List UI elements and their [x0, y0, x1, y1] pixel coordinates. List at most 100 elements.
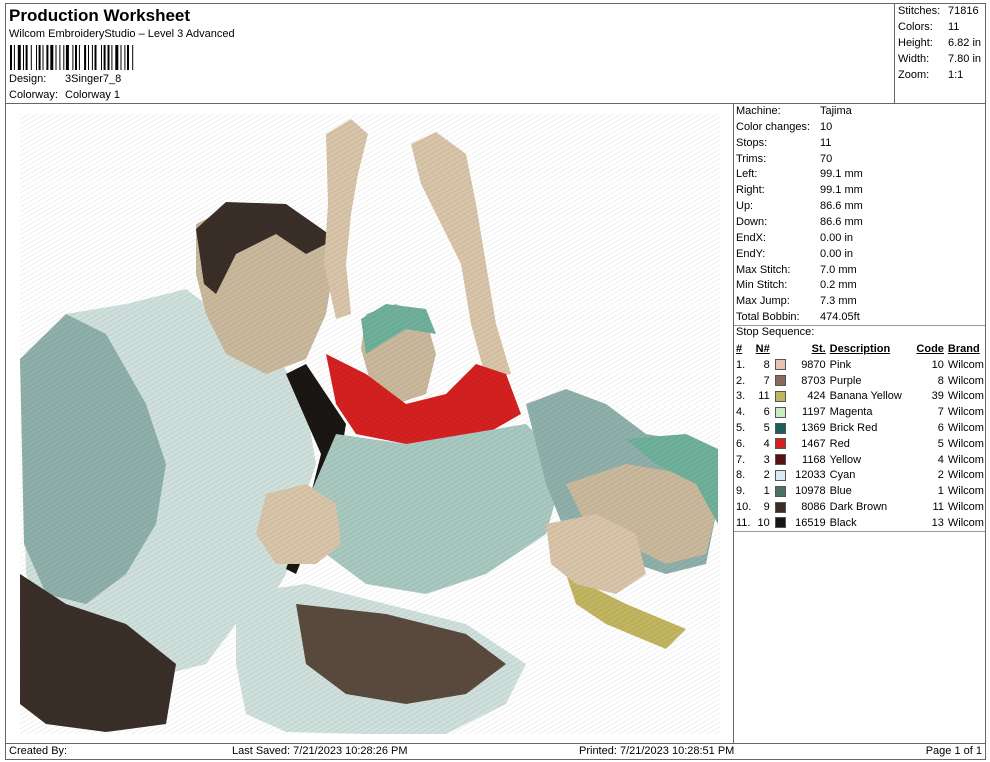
software-name: Wilcom EmbroideryStudio – Level 3 Advanc…	[9, 28, 235, 40]
info-label: EndX:	[736, 231, 766, 244]
color-swatch	[774, 483, 788, 499]
design-value: 3Singer7_8	[65, 73, 122, 85]
thread-color-swatch	[774, 406, 786, 418]
col-needle: N#	[755, 343, 770, 355]
colorway-value: Colorway 1	[65, 89, 121, 101]
stop-sequence-title: Stop Sequence:	[736, 326, 815, 338]
row-description: Black	[829, 516, 857, 529]
row-stitches: 1467	[801, 437, 826, 450]
machine-info-row: Stops: 11	[736, 137, 831, 149]
row-index: 3.	[736, 390, 746, 403]
machine-info-row: Left: 99.1 mm	[736, 168, 863, 180]
row-brand: Wilcom	[947, 453, 984, 466]
row-description: Blue	[829, 485, 852, 498]
stop-sequence-table: # N# St. Description Code Brand 1. 8 9870 P…	[735, 341, 985, 531]
row-needle: 9	[763, 501, 770, 514]
row-index: 4.	[736, 406, 746, 419]
printed-date: Printed: 7/21/2023 10:28:51 PM	[579, 745, 735, 757]
design-summary: Stitches: 71816 Colors: 11 Height: 6.82 in …	[894, 3, 986, 104]
thread-color-swatch	[774, 470, 786, 482]
info-value: 86.6 mm	[820, 200, 863, 213]
info-label: Min Stitch:	[736, 279, 788, 292]
row-brand: Wilcom	[947, 422, 984, 435]
machine-info-row: Max Jump: 7.3 mm	[736, 295, 857, 307]
barcode-bar	[30, 45, 32, 70]
row-brand: Wilcom	[947, 406, 984, 419]
info-value: 86.6 mm	[820, 215, 863, 228]
row-needle: 1	[763, 485, 770, 498]
row-code: 10	[931, 358, 944, 371]
row-needle: 2	[763, 469, 770, 482]
row-code: 2	[937, 469, 944, 482]
barcode-bar	[88, 45, 89, 70]
row-description: Yellow	[829, 453, 862, 466]
thread-color-swatch	[774, 359, 786, 371]
row-index: 7.	[736, 453, 746, 466]
info-label: Left:	[736, 168, 758, 181]
row-brand: Wilcom	[947, 437, 984, 450]
barcode-bar	[65, 45, 69, 70]
row-code: 1	[937, 485, 944, 498]
row-code: 8	[937, 374, 944, 387]
barcode-bar	[72, 45, 74, 70]
info-label: Down:	[736, 215, 768, 228]
row-index: 8.	[736, 469, 746, 482]
barcode-bar	[115, 45, 119, 70]
info-value: 0.00 in	[820, 247, 854, 260]
color-swatch	[774, 420, 788, 436]
row-description: Brick Red	[829, 422, 878, 435]
info-value: 99.1 mm	[820, 184, 863, 197]
worksheet-footer: Created By: Last Saved: 7/21/2023 10:28:…	[5, 743, 986, 760]
machine-info-row: Machine: Tajima	[736, 105, 852, 117]
last-saved: Last Saved: 7/21/2023 10:28:26 PM	[232, 745, 408, 757]
embroidery-preview	[5, 104, 734, 744]
summary-width: Width: 7.80 in	[898, 53, 982, 65]
thread-color-swatch	[774, 438, 786, 450]
row-brand: Wilcom	[947, 469, 984, 482]
info-value: 11	[820, 136, 832, 149]
table-row: 1. 8 9870 Pink 10 Wilcom	[735, 357, 985, 373]
machine-info-row: Up: 86.6 mm	[736, 200, 863, 212]
barcode-bar	[111, 45, 113, 70]
barcode-bar	[10, 45, 12, 70]
thread-color-swatch	[774, 517, 786, 529]
row-index: 6.	[736, 437, 746, 450]
row-needle: 10	[757, 516, 770, 529]
barcode-bar	[103, 45, 106, 70]
created-by: Created By:	[9, 745, 68, 757]
row-code: 4	[937, 453, 944, 466]
table-row: 11. 10 16519 Black 13 Wilcom	[735, 515, 985, 531]
row-index: 11.	[736, 516, 751, 529]
row-index: 1.	[736, 358, 746, 371]
barcode-bar	[17, 45, 21, 70]
table-row: 8. 2 12033 Cyan 2 Wilcom	[735, 468, 985, 484]
row-needle: 6	[763, 406, 770, 419]
row-stitches: 8086	[801, 501, 826, 514]
barcode-bar	[107, 45, 110, 70]
row-index: 2.	[736, 374, 746, 387]
row-stitches: 8703	[801, 374, 826, 387]
row-stitches: 10978	[795, 485, 826, 498]
row-needle: 4	[763, 437, 770, 450]
info-value: 0.00 in	[820, 231, 854, 244]
info-label: EndY:	[736, 247, 766, 260]
info-label: Up:	[736, 200, 754, 213]
machine-info-row: Max Stitch: 7.0 mm	[736, 264, 857, 276]
info-label: Trims:	[736, 152, 767, 165]
row-brand: Wilcom	[947, 358, 984, 371]
design-row: Design: 3Singer7_8	[9, 73, 121, 85]
machine-info-row: Trims: 70	[736, 153, 832, 165]
row-needle: 3	[763, 453, 770, 466]
machine-info-row: Color changes: 10	[736, 121, 832, 133]
col-stitches: St.	[811, 343, 826, 355]
info-label: Total Bobbin:	[736, 311, 800, 324]
barcode-bar	[84, 45, 87, 70]
barcode-bar	[38, 45, 41, 70]
row-brand: Wilcom	[947, 485, 984, 498]
barcode-bar	[75, 45, 77, 70]
info-label: Right:	[736, 184, 765, 197]
summary-stitches: Stitches: 71816	[898, 5, 979, 17]
barcode-bar	[127, 45, 129, 70]
thread-color-swatch	[774, 454, 786, 466]
table-row: 2. 7 8703 Purple 8 Wilcom	[735, 373, 985, 389]
